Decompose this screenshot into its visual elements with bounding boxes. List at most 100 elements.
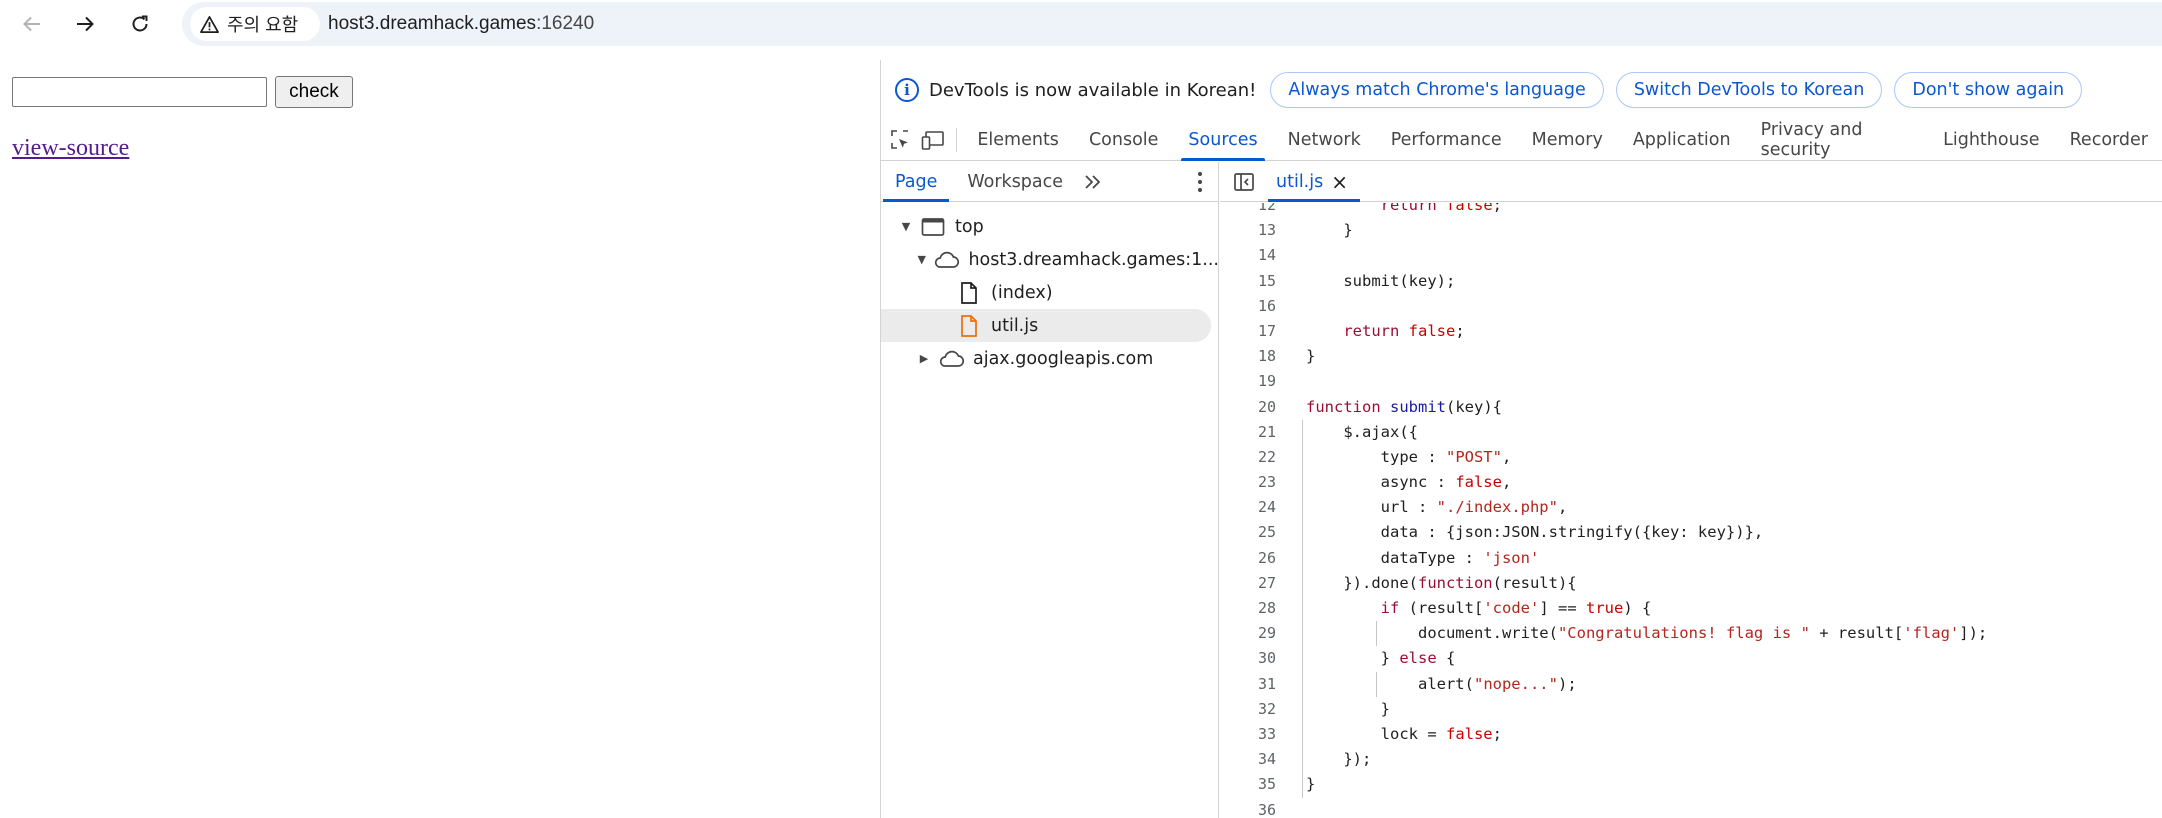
line-number[interactable]: 17 [1220, 319, 1276, 344]
line-number[interactable]: 33 [1220, 722, 1276, 747]
code-line[interactable]: 21 $.ajax({ [1220, 419, 2162, 445]
tree-item-top[interactable]: ▼ top [881, 210, 1219, 243]
tree-item-ajax-googleapis[interactable]: ▶ ajax.googleapis.com [881, 342, 1219, 375]
code-text: lock = false; [1306, 724, 1502, 743]
forward-button[interactable] [67, 6, 103, 42]
code-line[interactable]: 24 url : "./index.php", [1220, 495, 2162, 521]
editor-tab-util-js[interactable]: util.js × [1268, 162, 1360, 202]
check-button[interactable]: check [275, 76, 353, 108]
code-line[interactable]: 33 lock = false; [1220, 721, 2162, 748]
line-number[interactable]: 21 [1220, 420, 1276, 445]
info-icon: i [895, 78, 919, 102]
line-number[interactable]: 13 [1220, 218, 1276, 243]
code-text: return false; [1343, 321, 1465, 340]
code-line[interactable]: 14 [1220, 243, 2162, 268]
line-number[interactable]: 20 [1220, 395, 1276, 420]
more-tabs-icon[interactable] [1079, 162, 1103, 201]
navigator-menu-icon[interactable] [1195, 170, 1205, 194]
tab-application[interactable]: Application [1618, 120, 1746, 160]
line-number[interactable]: 22 [1220, 445, 1276, 470]
line-number[interactable]: 24 [1220, 495, 1276, 520]
code-line[interactable]: 23 async : false, [1220, 470, 2162, 496]
code-line[interactable]: 30 } else { [1220, 646, 2162, 672]
tree-item-util-js[interactable]: util.js [881, 309, 1211, 342]
code-line[interactable]: 28 if (result['code'] == true) { [1220, 596, 2162, 622]
tab-memory[interactable]: Memory [1517, 120, 1618, 160]
code-line[interactable]: 26 dataType : 'json' [1220, 545, 2162, 571]
code-text: data : {json:JSON.stringify({key: key})}… [1306, 523, 1764, 542]
indent-guide [1302, 596, 1303, 622]
code-line[interactable]: 32 } [1220, 696, 2162, 722]
tab-lighthouse[interactable]: Lighthouse [1928, 120, 2054, 160]
address-bar[interactable]: 주의 요함 host3.dreamhack.games:16240 [182, 2, 2162, 46]
code-text: } [1306, 347, 1316, 366]
code-text: dataType : 'json' [1306, 548, 1540, 567]
code-line[interactable]: 18} [1220, 344, 2162, 369]
tree-item-label: host3.dreamhack.games:1... [968, 249, 1219, 270]
code-line[interactable]: 15 submit(key); [1220, 269, 2162, 294]
code-line[interactable]: 17 return false; [1220, 319, 2162, 344]
close-tab-icon[interactable]: × [1331, 170, 1348, 194]
code-line[interactable]: 29 document.write("Congratulations! flag… [1220, 621, 2162, 647]
tab-network[interactable]: Network [1273, 120, 1376, 160]
line-number[interactable]: 29 [1220, 621, 1276, 646]
line-number[interactable]: 32 [1220, 697, 1276, 722]
code-line[interactable]: 12 return false; [1220, 203, 2162, 218]
device-toolbar-button[interactable] [916, 120, 949, 160]
security-chip[interactable]: 주의 요함 [190, 7, 320, 41]
line-number[interactable]: 18 [1220, 344, 1276, 369]
switch-to-korean-button[interactable]: Switch DevTools to Korean [1615, 72, 1883, 108]
code-line[interactable]: 20 function submit(key){ [1220, 395, 2162, 420]
key-input[interactable] [12, 77, 267, 107]
code-line[interactable]: 19 [1220, 369, 2162, 394]
always-match-language-button[interactable]: Always match Chrome's language [1270, 72, 1604, 108]
inspect-element-button[interactable] [883, 120, 916, 160]
tree-item-index[interactable]: (index) [881, 276, 1219, 309]
tab-elements[interactable]: Elements [962, 120, 1074, 160]
reload-button[interactable] [122, 6, 158, 42]
code-text: return false; [1380, 203, 1503, 214]
line-number[interactable]: 15 [1220, 269, 1276, 294]
toggle-navigator-button[interactable] [1220, 162, 1268, 201]
tab-performance[interactable]: Performance [1376, 120, 1517, 160]
line-number[interactable]: 31 [1220, 672, 1276, 697]
tab-privacy-and-security[interactable]: Privacy and security [1746, 120, 1917, 160]
view-source-link[interactable]: view-source [12, 135, 129, 162]
code-line[interactable]: 27 }).done(function(result){ [1220, 570, 2162, 596]
code-text: }); [1306, 750, 1372, 769]
line-number[interactable]: 19 [1220, 369, 1276, 394]
code-line[interactable]: 31 alert("nope..."); [1220, 671, 2162, 697]
line-number[interactable]: 34 [1220, 747, 1276, 772]
line-number[interactable]: 16 [1220, 294, 1276, 319]
back-button[interactable] [14, 6, 50, 42]
tree-item-host[interactable]: ▼ host3.dreamhack.games:1... [881, 243, 1219, 276]
code-line[interactable]: 22 type : "POST", [1220, 444, 2162, 471]
tab-recorder[interactable]: Recorder [2055, 120, 2162, 160]
dont-show-again-button[interactable]: Don't show again [1894, 72, 2083, 108]
navigator-tab-page[interactable]: Page [881, 162, 951, 202]
tab-console[interactable]: Console [1074, 120, 1173, 160]
code-text: alert("nope..."); [1306, 674, 1577, 693]
line-number[interactable]: 23 [1220, 470, 1276, 495]
line-number[interactable]: 25 [1220, 520, 1276, 545]
line-number[interactable]: 12 [1220, 203, 1276, 218]
url-text[interactable]: host3.dreamhack.games:16240 [328, 2, 594, 46]
code-line[interactable]: 35} [1220, 772, 2162, 798]
collapsed-triangle-icon: ▶ [919, 352, 929, 365]
line-number[interactable]: 14 [1220, 243, 1276, 268]
code-line[interactable]: 16 [1220, 294, 2162, 319]
code-area[interactable]: 12 return false; 13 } 14 15 submit(key); 16 1… [1220, 203, 2162, 818]
indent-guide [1302, 646, 1303, 672]
line-number[interactable]: 26 [1220, 546, 1276, 571]
code-line[interactable]: 13 } [1220, 218, 2162, 243]
line-number[interactable]: 30 [1220, 646, 1276, 671]
navigator-tab-workspace[interactable]: Workspace [951, 162, 1079, 201]
line-number[interactable]: 28 [1220, 596, 1276, 621]
code-line[interactable]: 36 [1220, 798, 2162, 818]
line-number[interactable]: 27 [1220, 571, 1276, 596]
tab-sources[interactable]: Sources [1173, 120, 1272, 161]
code-line[interactable]: 25 data : {json:JSON.stringify({key: key… [1220, 520, 2162, 546]
line-number[interactable]: 36 [1220, 798, 1276, 818]
line-number[interactable]: 35 [1220, 772, 1276, 797]
code-line[interactable]: 34 }); [1220, 747, 2162, 773]
